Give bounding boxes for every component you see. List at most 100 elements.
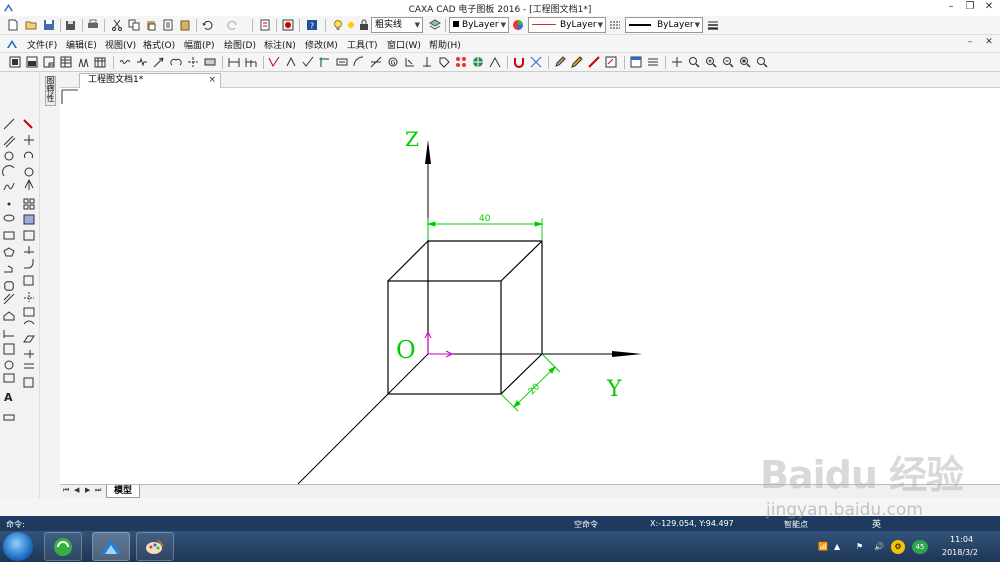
network-icon[interactable]: 📶 <box>818 542 828 551</box>
color-wheel-icon[interactable] <box>511 18 525 32</box>
clock-time[interactable]: 11:04 <box>950 535 973 544</box>
doc-close-button[interactable]: ✕ <box>980 37 998 47</box>
tag-icon[interactable] <box>437 55 451 69</box>
angle-icon[interactable] <box>488 55 502 69</box>
dimension-linear-icon[interactable] <box>227 55 241 69</box>
layer-lock-icon[interactable] <box>357 18 371 32</box>
taskbar-caxa-app[interactable] <box>92 532 130 561</box>
first-tab-button[interactable]: ⏮ <box>63 486 69 495</box>
menu-draw[interactable]: 绘图(D) <box>224 38 256 51</box>
tray-arrow-icon[interactable]: ▲ <box>834 542 840 551</box>
pan-icon[interactable] <box>670 55 684 69</box>
wave-line-icon[interactable] <box>118 55 132 69</box>
new-file-icon[interactable] <box>6 18 20 32</box>
center-line-icon[interactable] <box>186 55 200 69</box>
sequence-icon[interactable]: G <box>386 55 400 69</box>
cut-icon[interactable] <box>110 18 124 32</box>
bom-icon[interactable] <box>76 55 90 69</box>
dimension-base-icon[interactable] <box>244 55 258 69</box>
break-line-icon[interactable] <box>135 55 149 69</box>
tolerance-icon[interactable] <box>301 55 315 69</box>
table-icon[interactable] <box>59 55 73 69</box>
menu-tools[interactable]: 工具(T) <box>347 38 378 51</box>
minimize-button[interactable]: – <box>942 1 960 12</box>
redo-icon[interactable] <box>226 18 240 32</box>
color-points-icon[interactable] <box>454 55 468 69</box>
title-block-icon[interactable] <box>42 55 56 69</box>
datum-icon[interactable] <box>284 55 298 69</box>
document-tab[interactable]: 工程图文档1* × <box>79 73 221 88</box>
last-tab-button[interactable]: ⏭ <box>95 486 101 495</box>
parts-list-icon[interactable] <box>93 55 107 69</box>
arrow-line-icon[interactable] <box>152 55 166 69</box>
action-center-icon[interactable]: ⚑ <box>856 542 863 551</box>
volume-icon[interactable]: 🔊 <box>874 542 884 551</box>
menu-format[interactable]: 格式(O) <box>143 38 175 51</box>
tray-badge[interactable]: 45 <box>912 540 928 554</box>
security-icon[interactable]: ⚙ <box>891 540 905 554</box>
pen-icon[interactable] <box>570 55 584 69</box>
close-button[interactable]: ✕ <box>980 1 998 12</box>
text-box-icon[interactable] <box>335 55 349 69</box>
drawing-canvas[interactable]: Z Y O 40 20 <box>60 88 1000 485</box>
menu-edit[interactable]: 编辑(E) <box>66 38 97 51</box>
zoom-window-icon[interactable] <box>738 55 752 69</box>
doc-minimize-button[interactable]: – <box>961 37 979 47</box>
linewidth-icon[interactable] <box>706 18 720 32</box>
paste-icon[interactable] <box>144 18 158 32</box>
menu-file[interactable]: 文件(F) <box>27 38 57 51</box>
taskbar-paint-app[interactable] <box>136 532 174 561</box>
zoom-previous-icon[interactable] <box>755 55 769 69</box>
command-prompt[interactable]: 命令: <box>6 519 25 530</box>
section-icon[interactable] <box>403 55 417 69</box>
magnet-icon[interactable] <box>512 55 526 69</box>
linetype-scale-icon[interactable] <box>608 18 622 32</box>
layer-manager-icon[interactable] <box>428 18 442 32</box>
roughness-icon[interactable] <box>267 55 281 69</box>
edit-icon[interactable] <box>553 55 567 69</box>
clock-date[interactable]: 2018/3/2 <box>942 548 978 557</box>
layer-bulb-icon[interactable] <box>331 18 345 32</box>
layer-sun-icon[interactable] <box>344 18 358 32</box>
save-as-icon[interactable] <box>64 18 78 32</box>
clipboard-icon[interactable] <box>178 18 192 32</box>
zoom-icon[interactable] <box>687 55 701 69</box>
restore-button[interactable]: ❐ <box>961 1 979 12</box>
weld-icon[interactable] <box>169 55 183 69</box>
copy-icon[interactable] <box>127 18 141 32</box>
snap-mode-status[interactable]: 智能点 <box>784 519 808 530</box>
side-tab-properties[interactable]: 特性 <box>45 86 56 106</box>
start-button[interactable] <box>3 532 33 561</box>
help-icon[interactable]: ? <box>305 18 319 32</box>
color-combo[interactable]: ByLayer ▼ <box>449 17 509 33</box>
snap-icon[interactable] <box>529 55 543 69</box>
menu-help[interactable]: 帮助(H) <box>429 38 461 51</box>
linetype-combo[interactable]: 粗实线 ▼ <box>371 17 423 33</box>
next-tab-button[interactable]: ▶ <box>85 486 90 494</box>
linetype2-combo[interactable]: ByLayer ▼ <box>528 17 606 33</box>
close-tab-icon[interactable]: × <box>208 74 216 87</box>
zoom-in-icon[interactable] <box>704 55 718 69</box>
hole-icon[interactable] <box>203 55 217 69</box>
menu-window[interactable]: 窗口(W) <box>387 38 421 51</box>
view-all-icon[interactable] <box>8 55 22 69</box>
undo-icon[interactable] <box>200 18 214 32</box>
window-icon[interactable] <box>629 55 643 69</box>
label-icon[interactable] <box>420 55 434 69</box>
linewidth-combo[interactable]: ByLayer ▼ <box>625 17 703 33</box>
save-icon[interactable] <box>42 18 56 32</box>
prev-tab-button[interactable]: ◀ <box>74 486 79 494</box>
note-icon[interactable] <box>604 55 618 69</box>
zoom-out-icon[interactable] <box>721 55 735 69</box>
brush-icon[interactable] <box>587 55 601 69</box>
paste-special-icon[interactable] <box>161 18 175 32</box>
model-tab[interactable]: 模型 <box>106 485 140 498</box>
menu-sheet[interactable]: 幅面(P) <box>184 38 214 51</box>
caxa-menu-logo-icon[interactable] <box>6 38 18 50</box>
list-icon[interactable] <box>646 55 660 69</box>
globe-icon[interactable] <box>471 55 485 69</box>
menu-modify[interactable]: 修改(M) <box>305 38 338 51</box>
menu-dimension[interactable]: 标注(N) <box>264 38 296 51</box>
open-folder-icon[interactable] <box>24 18 38 32</box>
menu-view[interactable]: 视图(V) <box>105 38 136 51</box>
